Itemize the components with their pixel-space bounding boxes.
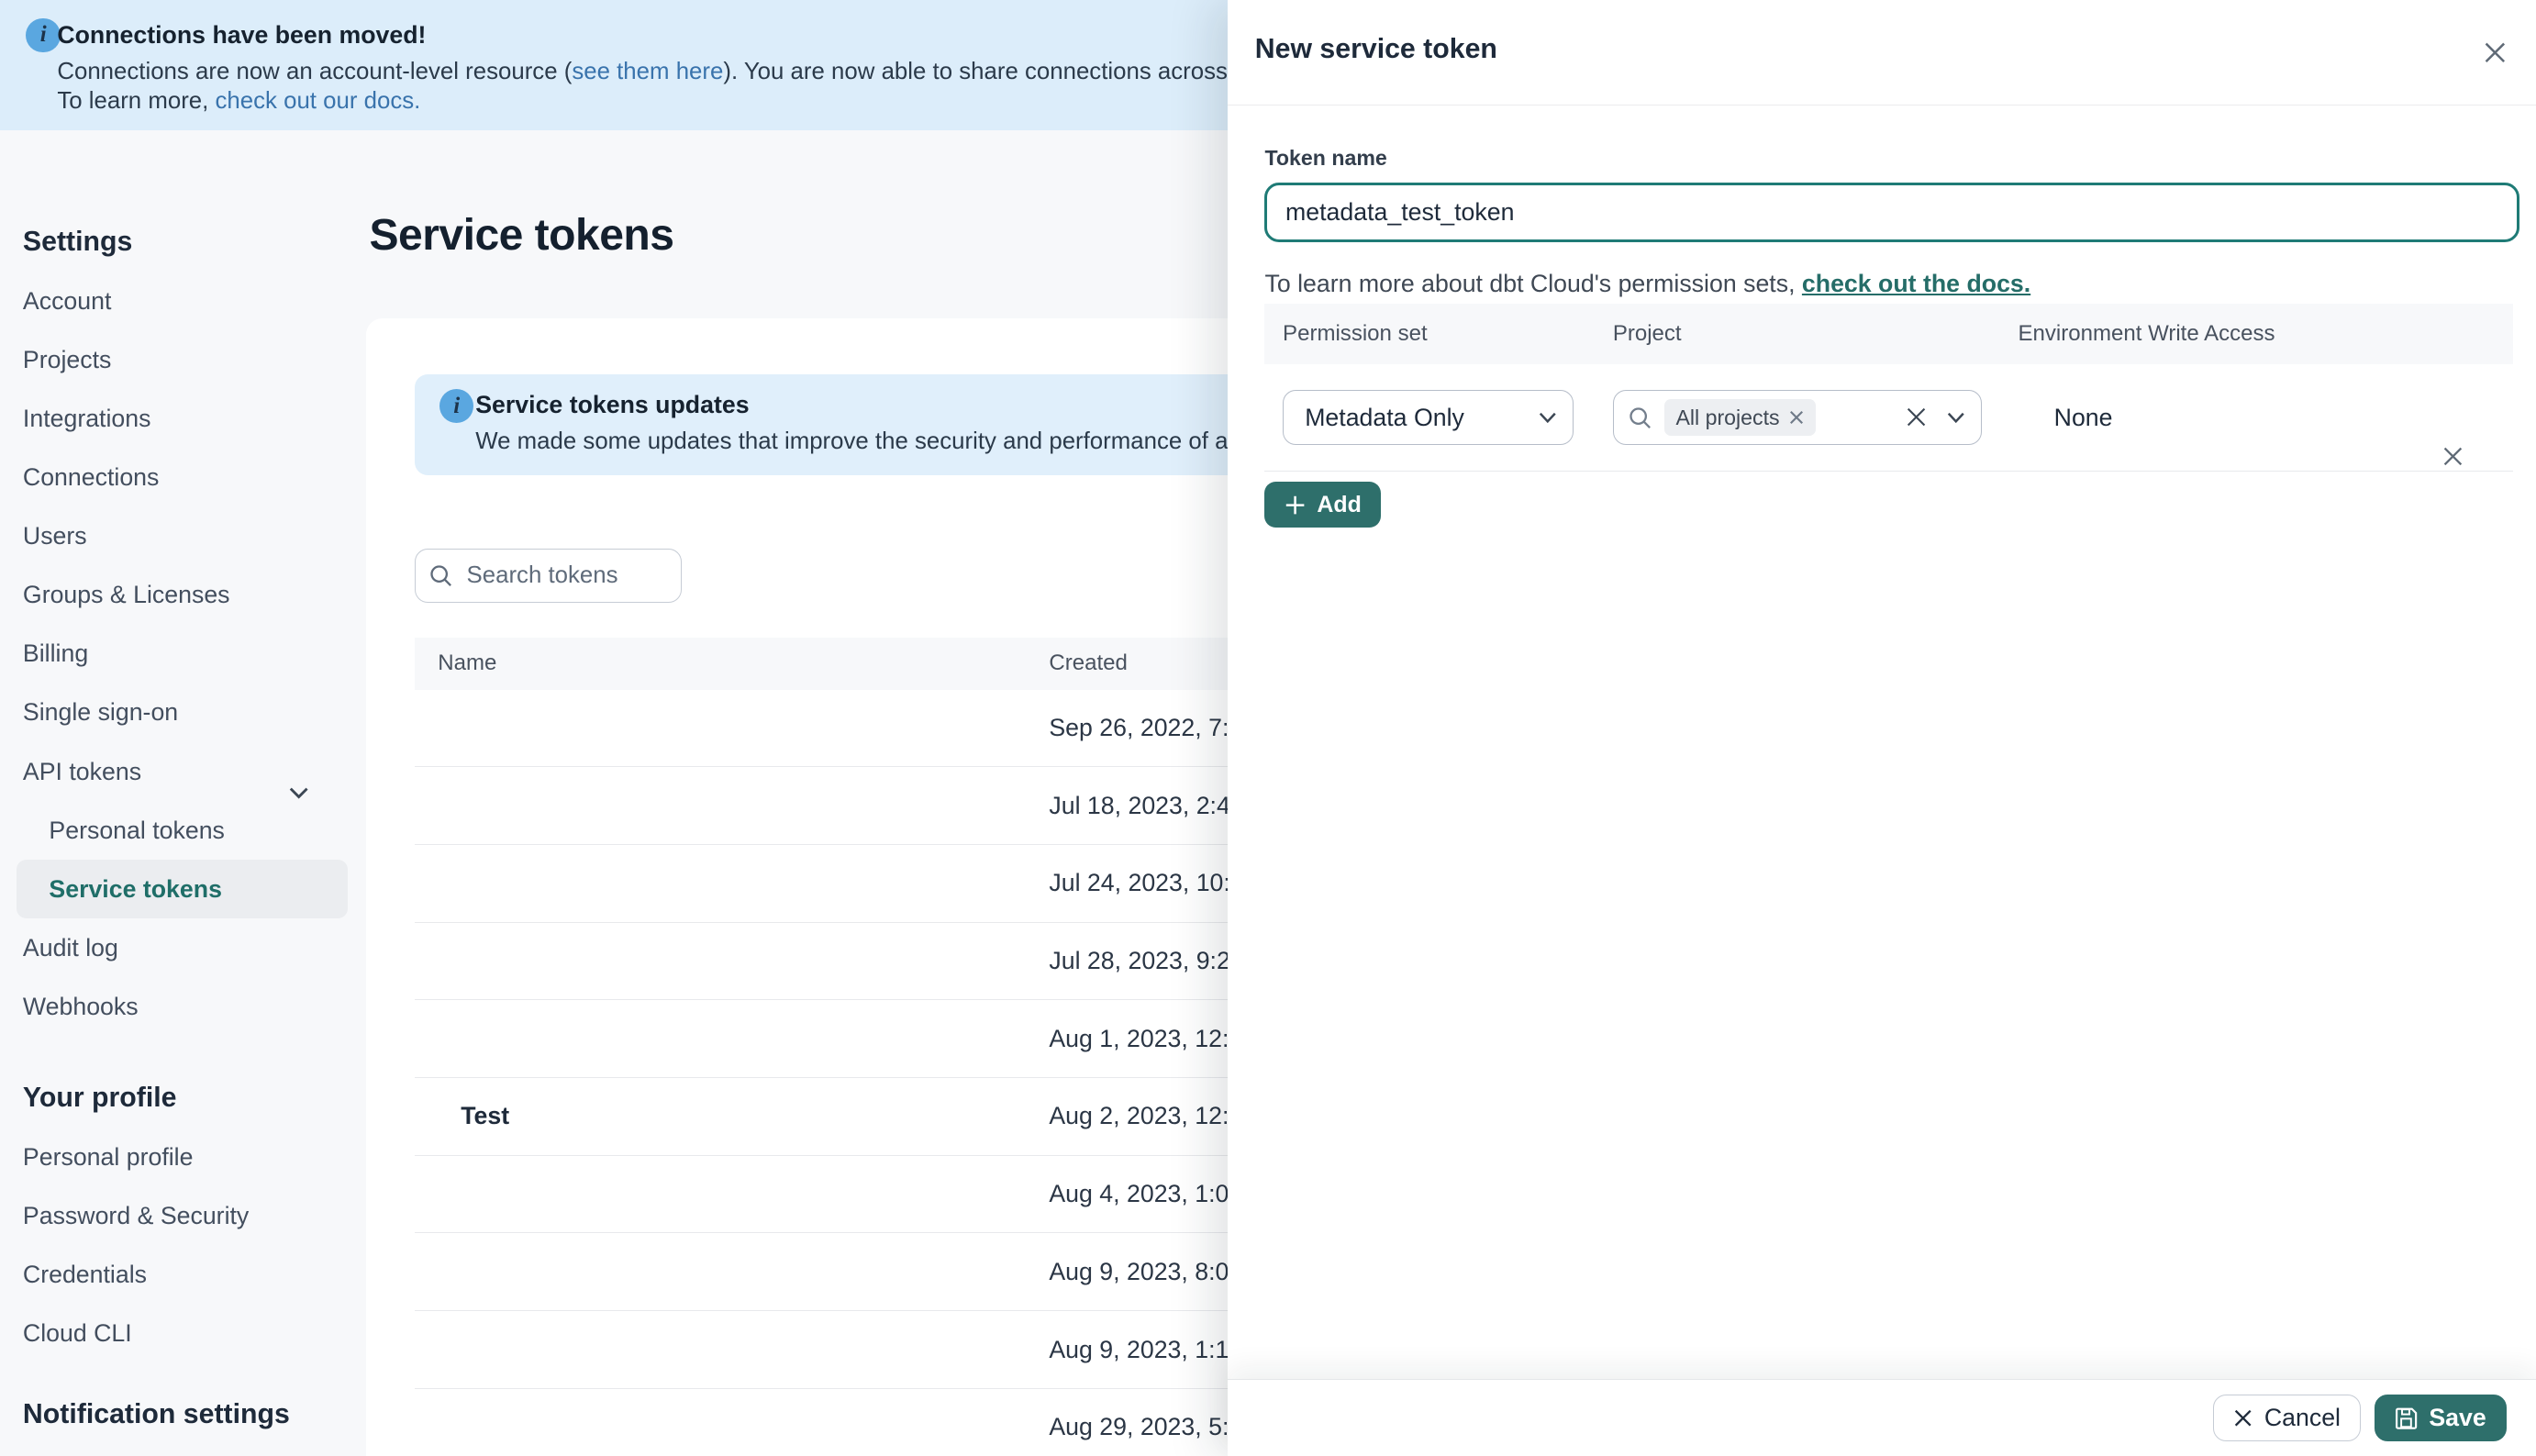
- sidebar-item-audit-log[interactable]: Audit log: [0, 918, 364, 977]
- save-button-label: Save: [2429, 1404, 2486, 1431]
- sidebar-heading-your-profile: Your profile: [22, 1082, 177, 1113]
- remove-row-icon[interactable]: [2438, 441, 2467, 471]
- plus-icon: [1285, 495, 1306, 516]
- sidebar-item-cloud-cli[interactable]: Cloud CLI: [0, 1304, 364, 1362]
- project-multiselect[interactable]: All projects: [1612, 389, 1983, 446]
- sidebar-item-service-tokens[interactable]: Service tokens: [16, 859, 349, 918]
- all-projects-chip: All projects: [1663, 399, 1816, 436]
- search-icon: [1629, 406, 1652, 429]
- sidebar-item-password-security[interactable]: Password & Security: [0, 1186, 364, 1245]
- chevron-down-icon: [1539, 412, 1557, 423]
- cancel-button-label: Cancel: [2263, 1404, 2341, 1431]
- app-viewport: i Connections have been moved! Connectio…: [0, 0, 2536, 1456]
- token-name-cell: Test: [461, 1102, 510, 1130]
- sidebar-item-billing[interactable]: Billing: [0, 624, 364, 683]
- search-tokens-box[interactable]: [415, 549, 682, 604]
- clear-selection-icon[interactable]: [1906, 406, 1927, 428]
- cancel-button[interactable]: Cancel: [2212, 1394, 2362, 1442]
- token-name-input[interactable]: [1264, 183, 2520, 242]
- sidebar-heading-notification-settings: Notification settings: [22, 1399, 290, 1430]
- search-tokens-input[interactable]: [462, 561, 666, 592]
- settings-sidebar: Settings Account Projects Integrations C…: [0, 130, 364, 1455]
- check-out-docs-link[interactable]: check out the docs.: [1802, 270, 2030, 297]
- page-title: Service tokens: [369, 209, 674, 260]
- info-icon: i: [439, 388, 474, 424]
- sidebar-item-connections[interactable]: Connections: [0, 448, 364, 506]
- permission-row: Metadata Only All projects None: [1264, 364, 2514, 472]
- save-disk-icon: [2395, 1406, 2418, 1429]
- sidebar-item-api-tokens[interactable]: API tokens: [0, 742, 364, 801]
- sidebar-item-users[interactable]: Users: [0, 506, 364, 565]
- save-button[interactable]: Save: [2374, 1394, 2508, 1442]
- close-icon: [2233, 1408, 2252, 1428]
- banner-text: To learn more,: [57, 88, 216, 115]
- add-permission-button[interactable]: Add: [1264, 482, 1382, 528]
- remove-chip-icon[interactable]: [1789, 410, 1804, 425]
- sidebar-item-label: API tokens: [22, 757, 142, 785]
- new-service-token-panel: New service token Token name To learn mo…: [1227, 0, 2536, 1456]
- chip-label: All projects: [1675, 405, 1780, 429]
- docs-line-text: To learn more about dbt Cloud's permissi…: [1264, 269, 1802, 297]
- sidebar-item-personal-tokens[interactable]: Personal tokens: [0, 801, 364, 860]
- permission-docs-line: To learn more about dbt Cloud's permissi…: [1264, 270, 2030, 298]
- sidebar-item-account[interactable]: Account: [0, 272, 364, 330]
- token-name-label: Token name: [1264, 145, 1387, 170]
- info-icon: i: [26, 17, 61, 52]
- sidebar-item-personal-profile[interactable]: Personal profile: [0, 1128, 364, 1186]
- sidebar-item-integrations[interactable]: Integrations: [0, 389, 364, 448]
- banner-title: Connections have been moved!: [57, 21, 427, 50]
- search-icon: [429, 564, 452, 587]
- check-docs-link[interactable]: check out our docs.: [215, 88, 420, 114]
- sidebar-item-groups-licenses[interactable]: Groups & Licenses: [0, 565, 364, 624]
- sidebar-item-single-sign-on[interactable]: Single sign-on: [0, 683, 364, 741]
- chevron-down-icon: [1947, 412, 1965, 423]
- column-header-environment-write-access: Environment Write Access: [2018, 321, 2275, 347]
- sidebar-item-credentials[interactable]: Credentials: [0, 1245, 364, 1304]
- column-header-project: Project: [1612, 321, 1682, 347]
- banner-body-line2: To learn more, check out our docs.: [57, 88, 420, 115]
- panel-footer: Cancel Save: [1227, 1379, 2536, 1456]
- sidebar-item-projects[interactable]: Projects: [0, 330, 364, 389]
- see-them-here-link[interactable]: see them here: [572, 59, 723, 84]
- sidebar-heading-settings: Settings: [22, 226, 133, 257]
- column-header-name: Name: [438, 650, 497, 676]
- column-header-permission-set: Permission set: [1283, 321, 1428, 347]
- banner-text: Connections are now an account-level res…: [57, 59, 573, 85]
- permissions-table-header: Permission set Project Environment Write…: [1264, 304, 2514, 365]
- add-button-label: Add: [1317, 491, 1362, 517]
- notice-title: Service tokens updates: [475, 390, 750, 418]
- close-icon[interactable]: [2475, 33, 2515, 72]
- permission-set-select[interactable]: Metadata Only: [1283, 389, 1574, 446]
- sidebar-item-webhooks[interactable]: Webhooks: [0, 977, 364, 1036]
- panel-title: New service token: [1254, 34, 1497, 65]
- permissions-table: Permission set Project Environment Write…: [1264, 304, 2514, 472]
- panel-header: New service token: [1227, 0, 2536, 106]
- permission-set-value: Metadata Only: [1305, 403, 1464, 431]
- environment-write-access-value: None: [2053, 403, 2113, 431]
